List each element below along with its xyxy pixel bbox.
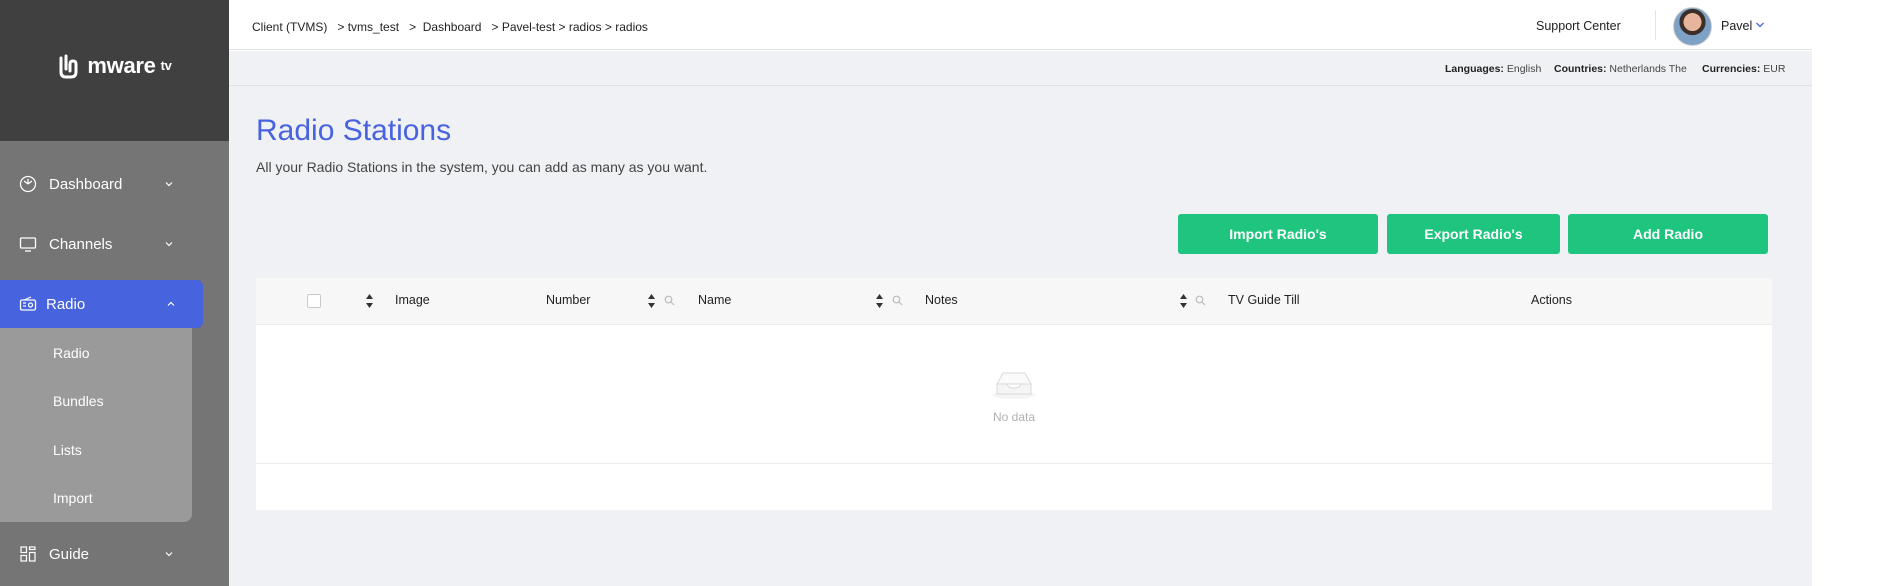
submenu-item-bundles[interactable]: Bundles [53,393,104,409]
breadcrumb-item[interactable]: radios [569,20,602,34]
breadcrumb-item[interactable]: tvms_test [348,20,399,34]
import-radios-button[interactable]: Import Radio's [1178,214,1378,254]
column-header-tv-guide-till: TV Guide Till [1228,293,1300,307]
languages-value: English [1506,63,1542,75]
search-icon[interactable] [1195,295,1206,306]
export-radios-button[interactable]: Export Radio's [1387,214,1560,254]
mware-logo-icon [59,54,78,78]
chevron-down-icon[interactable] [1755,21,1765,29]
currencies-value: EUR [1763,63,1786,75]
brand-name: mware [87,52,156,78]
breadcrumb-item[interactable]: Pavel-test [502,20,555,34]
submenu-item-import[interactable]: Import [53,490,93,506]
breadcrumb-item: radios [615,20,648,34]
search-icon[interactable] [892,295,903,306]
breadcrumb-separator: > [330,20,348,34]
header-divider [1655,10,1656,40]
chevron-down-icon [165,552,173,557]
sort-icon[interactable] [365,293,374,309]
avatar[interactable] [1673,7,1712,46]
languages-info: Languages: English [1445,63,1541,75]
sidebar: mware tv Dashboard Channels Radio Bundles… [0,0,229,586]
sidebar-item-radio[interactable]: Radio [0,280,203,328]
select-all-checkbox[interactable] [307,294,321,308]
breadcrumb-separator: > [558,20,569,34]
table-header: Image Number Name Notes TV Guide Till Ac… [256,278,1772,325]
sort-icon[interactable] [647,293,656,309]
dashboard-icon [19,175,37,193]
main-content: Radio Stations All your Radio Stations i… [229,86,1812,586]
user-name[interactable]: Pavel [1721,19,1752,33]
chevron-up-icon [167,301,175,306]
sidebar-item-label: Guide [49,545,90,563]
breadcrumb-item[interactable]: Dashboard [423,20,482,34]
column-header-notes[interactable]: Notes [925,293,958,307]
sidebar-item-label: Radio [46,295,86,313]
currencies-info: Currencies: EUR [1702,63,1785,75]
breadcrumb: Client (TVMS) > tvms_test > Dashboard > … [252,20,648,34]
brand-logo[interactable]: mware tv [57,52,172,80]
app-root: mware tv Dashboard Channels Radio Bundles… [0,0,1890,586]
sidebar-item-label: Dashboard [49,175,123,193]
submenu-item-radio[interactable]: Radio [53,345,90,361]
top-header: Client (TVMS) > tvms_test > Dashboard > … [229,0,1812,50]
countries-info: Countries: Netherlands The [1554,63,1687,75]
submenu-item-lists[interactable]: Lists [53,442,82,458]
currencies-label: Currencies: [1702,63,1761,75]
breadcrumb-separator: > [604,20,616,34]
empty-text: No data [992,410,1036,424]
right-margin [1812,0,1890,586]
empty-state: No data [256,326,1772,464]
column-header-name[interactable]: Name [698,293,731,307]
support-center-link[interactable]: Support Center [1536,19,1621,33]
sidebar-item-channels[interactable]: Channels [0,220,229,268]
languages-label: Languages: [1445,63,1504,75]
radio-icon [19,296,37,311]
empty-inbox-icon [992,372,1036,399]
sort-icon[interactable] [875,293,884,309]
column-header-image: Image [395,293,430,307]
radio-table: Image Number Name Notes TV Guide Till Ac… [256,278,1772,510]
sidebar-item-dashboard[interactable]: Dashboard [0,160,229,208]
add-radio-button[interactable]: Add Radio [1568,214,1768,254]
sort-icon[interactable] [1179,293,1188,309]
sidebar-item-guide[interactable]: Guide [0,530,229,578]
chevron-down-icon [165,182,173,187]
grid-icon [20,546,36,562]
countries-label: Countries: [1554,63,1607,75]
brand-suffix: tv [160,58,172,73]
logo-area: mware tv [0,0,229,141]
settings-bar: Languages: English Countries: Netherland… [229,51,1812,86]
search-icon[interactable] [664,295,675,306]
monitor-icon [19,237,37,252]
sidebar-item-label: Channels [49,235,113,253]
column-header-number[interactable]: Number [546,293,590,307]
page-title: Radio Stations [256,114,452,147]
radio-submenu: Radio Bundles Lists Import [0,326,192,522]
column-header-actions: Actions [1531,293,1572,307]
breadcrumb-separator: > [484,20,502,34]
chevron-down-icon [165,242,173,247]
breadcrumb-item[interactable]: Client (TVMS) [252,20,327,34]
countries-value: Netherlands The [1609,63,1687,75]
page-subtitle: All your Radio Stations in the system, y… [256,159,708,175]
breadcrumb-separator: > [402,20,423,34]
